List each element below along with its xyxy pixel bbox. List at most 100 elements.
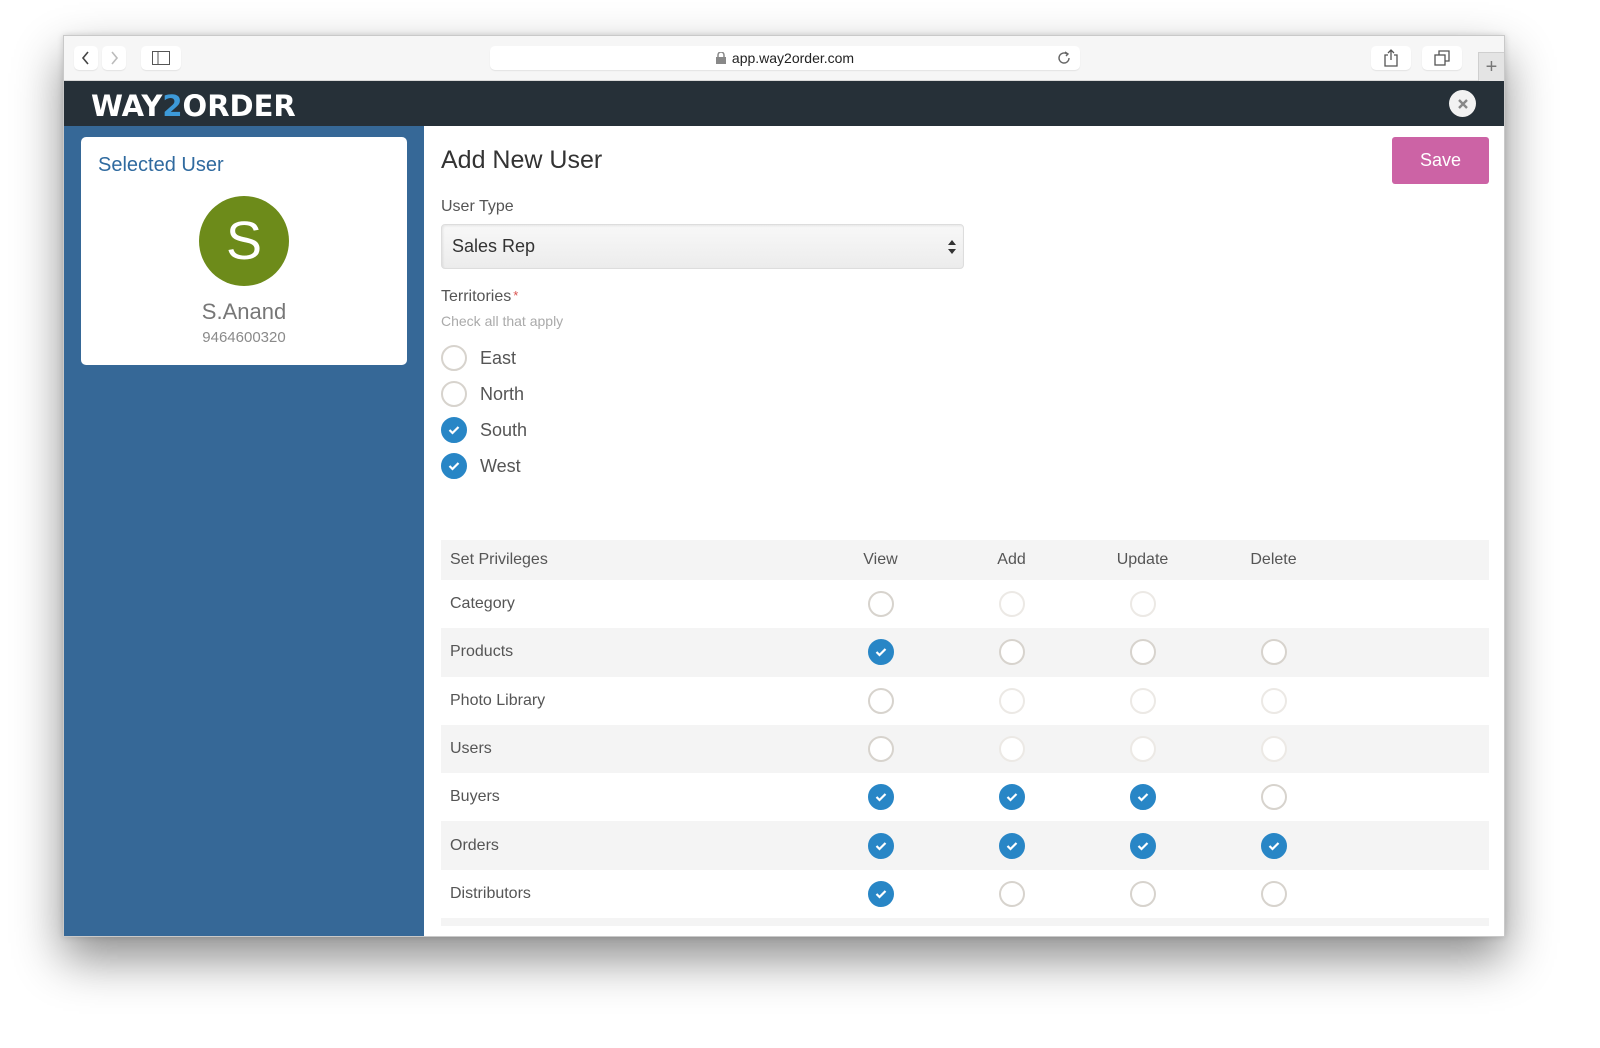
column-header-update: Update xyxy=(1116,551,1169,568)
table-row: Orders xyxy=(441,821,1489,870)
new-tab-button[interactable]: + xyxy=(1478,52,1504,81)
privilege-checkbox-add[interactable] xyxy=(998,832,1025,859)
address-bar[interactable]: app.way2order.com xyxy=(490,46,1080,70)
privilege-checkbox-add xyxy=(998,591,1025,618)
privilege-checkbox-view[interactable] xyxy=(867,639,894,666)
privilege-cell-add xyxy=(946,639,1077,666)
chevron-right-icon xyxy=(111,51,119,65)
privilege-checkbox-view[interactable] xyxy=(867,784,894,811)
privilege-checkbox-update[interactable] xyxy=(1129,880,1156,907)
privilege-name: Users xyxy=(450,740,492,758)
save-button[interactable]: Save xyxy=(1392,137,1489,184)
chevron-left-icon xyxy=(81,51,89,65)
privilege-cell-add xyxy=(946,832,1077,859)
privilege-cell-add xyxy=(946,591,1077,618)
privilege-checkbox-view[interactable] xyxy=(867,687,894,714)
reload-icon[interactable] xyxy=(1056,50,1072,66)
territory-label: South xyxy=(480,419,528,440)
territory-item[interactable]: South xyxy=(441,412,527,448)
user-name: S.Anand xyxy=(201,299,287,324)
table-row: Users xyxy=(441,724,1489,774)
privilege-cell-update xyxy=(1077,784,1208,811)
privilege-cell-delete xyxy=(1208,784,1339,811)
privilege-cell-delete xyxy=(1208,736,1339,763)
privilege-cell-delete xyxy=(1208,832,1339,859)
check-icon xyxy=(875,890,886,899)
privilege-cell-add xyxy=(946,687,1077,714)
territory-item[interactable]: North xyxy=(441,376,527,412)
territory-item[interactable]: East xyxy=(441,340,527,376)
privilege-checkbox-delete[interactable] xyxy=(1260,639,1287,666)
privilege-cell-add xyxy=(946,784,1077,811)
column-header-view: View xyxy=(863,551,898,568)
table-row: Products xyxy=(441,628,1489,677)
privilege-name: Photo Library xyxy=(450,691,546,709)
privilege-checkbox-update[interactable] xyxy=(1129,784,1156,811)
close-button[interactable] xyxy=(1449,90,1476,117)
privileges-header-row: Set Privileges View Add Update Delete xyxy=(441,540,1489,580)
privilege-checkbox-add[interactable] xyxy=(998,784,1025,811)
territories-list: East North South West xyxy=(441,340,527,484)
privilege-checkbox-delete[interactable] xyxy=(1260,832,1287,859)
privilege-checkbox-add[interactable] xyxy=(998,880,1025,907)
tabs-overview-button[interactable] xyxy=(1422,46,1462,70)
privilege-checkbox-view[interactable] xyxy=(867,832,894,859)
sidebar: Selected User S S.Anand 9464600320 xyxy=(64,126,424,936)
main-panel: Add New User Save User Type Sales Rep Te… xyxy=(424,126,1504,936)
territory-checkbox[interactable] xyxy=(441,381,467,407)
privilege-cell-add xyxy=(946,736,1077,763)
privileges-table-continuation xyxy=(441,918,1489,927)
table-row: Distributors xyxy=(441,870,1489,918)
privilege-checkbox-add[interactable] xyxy=(998,639,1025,666)
lock-icon xyxy=(715,52,726,64)
territory-item[interactable]: West xyxy=(441,448,527,484)
user-type-select[interactable]: Sales Rep xyxy=(441,224,964,269)
privilege-cell-add xyxy=(946,880,1077,907)
privilege-checkbox-view[interactable] xyxy=(867,736,894,763)
forward-button[interactable] xyxy=(102,46,126,70)
selected-user-card: Selected User S S.Anand 9464600320 xyxy=(81,137,407,365)
privilege-checkbox-delete[interactable] xyxy=(1260,784,1287,811)
privilege-checkbox-view[interactable] xyxy=(867,591,894,618)
privilege-name: Distributors xyxy=(450,884,531,902)
privilege-checkbox-update[interactable] xyxy=(1129,639,1156,666)
privileges-header-title: Set Privileges xyxy=(450,551,548,568)
privilege-cell-delete xyxy=(1208,687,1339,714)
share-icon xyxy=(1384,49,1398,67)
avatar: S xyxy=(199,196,289,286)
territory-checkbox[interactable] xyxy=(441,345,467,371)
privilege-checkbox-update xyxy=(1129,591,1156,618)
app-logo[interactable]: WAY2ORDER xyxy=(91,89,296,123)
privilege-cell-update xyxy=(1077,687,1208,714)
check-icon xyxy=(1137,793,1148,802)
check-icon xyxy=(1137,841,1148,851)
privilege-cell-view xyxy=(815,784,946,811)
privilege-cell-view xyxy=(815,639,946,666)
column-header-add: Add xyxy=(997,551,1026,568)
privilege-name: Products xyxy=(450,643,514,661)
privilege-checkbox-update xyxy=(1129,687,1156,714)
url-text: app.way2order.com xyxy=(731,50,855,66)
tabs-icon xyxy=(1434,50,1450,66)
privilege-checkbox-add xyxy=(998,736,1025,763)
app-header: WAY2ORDER xyxy=(64,81,1504,126)
privilege-cell-delete xyxy=(1208,880,1339,907)
table-row: Photo Library xyxy=(441,677,1489,725)
privilege-cell-update xyxy=(1077,736,1208,763)
territories-hint: Check all that apply xyxy=(441,313,564,329)
territory-checkbox[interactable] xyxy=(441,453,467,479)
back-button[interactable] xyxy=(74,46,98,70)
privilege-name: Orders xyxy=(450,836,499,854)
check-icon xyxy=(448,426,460,435)
share-button[interactable] xyxy=(1371,46,1411,70)
sidebar-toggle-button[interactable] xyxy=(141,46,181,70)
privilege-name: Buyers xyxy=(450,788,500,806)
user-type-value: Sales Rep xyxy=(452,236,536,256)
privilege-name: Category xyxy=(450,595,515,613)
table-row: Category xyxy=(441,580,1489,628)
privilege-checkbox-delete[interactable] xyxy=(1260,880,1287,907)
territory-checkbox[interactable] xyxy=(441,417,467,443)
privilege-cell-update xyxy=(1077,880,1208,907)
privilege-checkbox-view[interactable] xyxy=(867,880,894,907)
privilege-checkbox-update[interactable] xyxy=(1129,832,1156,859)
